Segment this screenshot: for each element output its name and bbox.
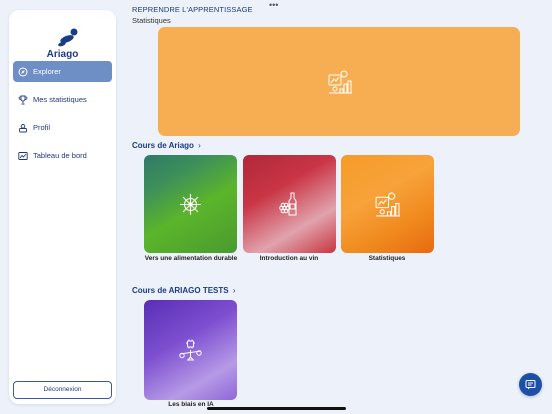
section-title-text: Cours de Ariago [132,141,194,150]
sidebar-item-dashboard[interactable]: Tableau de bord [13,145,112,166]
sidebar-nav: Explorer Mes statistiques Profil Tableau… [13,61,112,173]
sidebar-item-label: Mes statistiques [33,95,87,104]
chat-button[interactable] [519,373,542,396]
brand-name: Ariago [46,49,79,60]
statistics-icon [375,192,400,217]
chat-icon [525,380,536,390]
chevron-right-icon: › [198,141,201,150]
section-title-ariago[interactable]: Cours de Ariago › [132,141,201,150]
resume-course-name: Statistiques [132,16,171,25]
section-title-ariago-tests[interactable]: Cours de ARIAGO TESTS › [132,286,236,295]
home-indicator [207,407,346,410]
compass-icon [18,67,28,77]
chart-icon [18,151,28,161]
chevron-right-icon: › [232,286,236,295]
sidebar: Ariago Explorer Mes statistiques Profil … [9,10,116,404]
course-card-biais-ia[interactable] [144,300,237,400]
course-label: Statistiques [368,255,406,262]
sidebar-item-label: Tableau de bord [33,151,87,160]
sidebar-item-label: Explorer [33,67,61,76]
sidebar-item-profile[interactable]: Profil [13,117,112,138]
sidebar-item-statistics[interactable]: Mes statistiques [13,89,112,110]
course-label: Introduction au vin [259,255,319,262]
more-dots-icon[interactable]: ••• [269,1,278,10]
course-card-alimentation[interactable] [144,155,237,253]
profile-icon [18,123,28,133]
sidebar-item-label: Profil [33,123,51,132]
ariago-logo-icon [58,28,78,47]
logout-button[interactable]: Déconnexion [13,381,112,399]
wine-icon [279,192,297,216]
resume-course-card[interactable] [158,27,520,136]
ai-balance-icon [179,339,202,361]
course-card-statistiques[interactable] [341,155,434,253]
sidebar-item-explorer[interactable]: Explorer [13,61,112,82]
section-title-text: Cours de ARIAGO TESTS [132,286,229,295]
resume-section-title: REPRENDRE L'APPRENTISSAGE [132,5,253,14]
course-card-vin[interactable] [243,155,336,253]
food-wheel-icon [180,194,201,215]
trophy-icon [18,95,28,105]
statistics-icon [328,70,352,94]
course-label: Vers une alimentation durable [144,255,238,262]
